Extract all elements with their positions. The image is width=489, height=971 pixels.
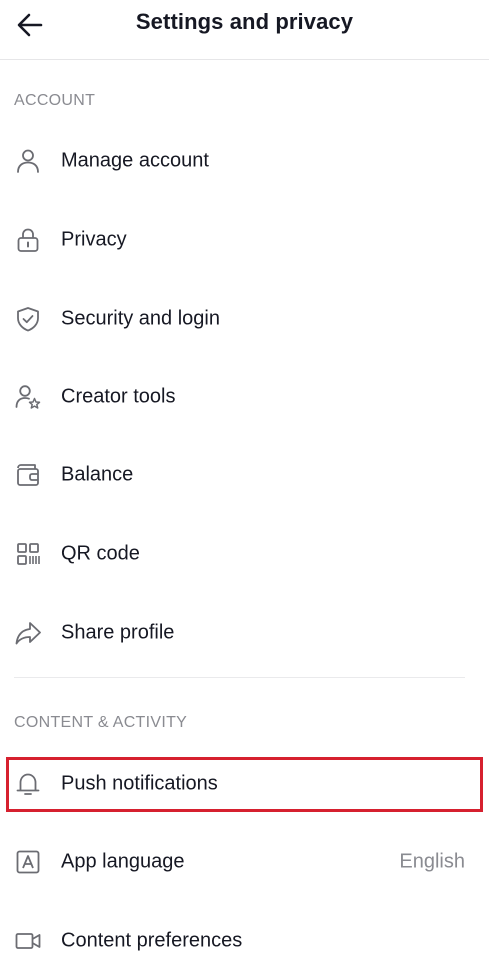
settings-item-label: Content preferences [61, 929, 243, 952]
settings-item-security-and-login[interactable]: Security and login [0, 289, 489, 349]
person-icon [14, 147, 42, 175]
settings-item-label: Creator tools [61, 385, 176, 408]
settings-item-label: Push notifications [61, 772, 218, 795]
settings-item-label: Security and login [61, 307, 220, 330]
header-bar: Settings and privacy [0, 0, 489, 60]
section-divider [14, 677, 465, 678]
language-icon [14, 848, 42, 876]
share-arrow-icon [14, 619, 42, 647]
page-title: Settings and privacy [135, 9, 354, 34]
settings-item-label: Manage account [61, 149, 209, 172]
settings-item-qr-code[interactable]: QR code [0, 524, 489, 584]
settings-item-manage-account[interactable]: Manage account [0, 131, 489, 191]
lock-icon [14, 226, 42, 254]
qr-code-icon [14, 540, 42, 568]
settings-item-label: Share profile [61, 621, 175, 644]
settings-item-share-profile[interactable]: Share profile [0, 603, 489, 663]
shield-check-icon [14, 305, 42, 333]
settings-item-push-notifications[interactable]: Push notifications [0, 754, 489, 814]
section-header-content-activity: CONTENT & ACTIVITY [14, 714, 188, 731]
settings-item-creator-tools[interactable]: Creator tools [0, 367, 489, 427]
settings-item-label: QR code [61, 542, 140, 565]
settings-item-balance[interactable]: Balance [0, 445, 489, 505]
settings-item-content-preferences[interactable]: Content preferences [0, 911, 489, 971]
section-header-account: ACCOUNT [14, 92, 96, 109]
settings-item-label: Balance [61, 463, 134, 486]
settings-item-label: Privacy [61, 228, 127, 251]
settings-item-label: App language [61, 850, 185, 873]
video-camera-icon [14, 927, 42, 955]
settings-item-privacy[interactable]: Privacy [0, 210, 489, 270]
person-star-icon [14, 383, 42, 411]
wallet-icon [14, 461, 42, 489]
settings-item-value: English [399, 850, 465, 873]
bell-icon [14, 770, 42, 798]
settings-item-app-language[interactable]: App language English [0, 832, 489, 892]
